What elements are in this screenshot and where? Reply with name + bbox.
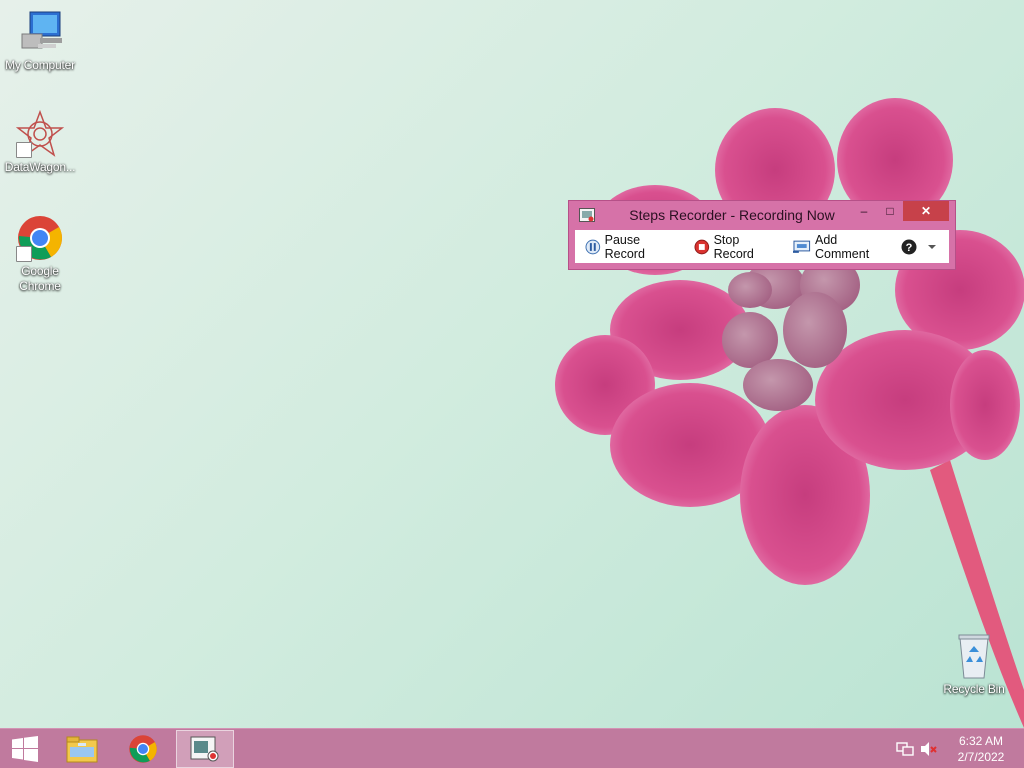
clock-time: 6:32 AM xyxy=(958,734,1004,748)
help-icon: ? xyxy=(901,239,917,254)
svg-text:?: ? xyxy=(906,242,913,254)
datawagon-icon xyxy=(15,109,65,158)
taskbar-steps-recorder[interactable] xyxy=(176,730,234,768)
comment-icon xyxy=(793,240,811,253)
start-icon xyxy=(12,736,38,762)
recorder-toolbar: Pause Record Stop Record Add Comment ? xyxy=(575,230,949,263)
recycle-bin-icon xyxy=(950,632,998,680)
close-button[interactable]: ✕ xyxy=(903,201,949,221)
network-icon[interactable] xyxy=(896,741,914,757)
settings-dropdown-button[interactable] xyxy=(923,235,945,259)
volume-muted-icon[interactable] xyxy=(920,741,938,757)
help-button[interactable]: ? xyxy=(899,235,923,259)
steps-recorder-icon xyxy=(190,736,219,762)
maximize-button[interactable]: □ xyxy=(877,201,903,221)
start-button[interactable] xyxy=(0,730,50,768)
taskbar: 6:32 AM 2/7/2022 xyxy=(0,728,1024,768)
chevron-down-icon xyxy=(928,244,937,249)
title-bar[interactable]: Steps Recorder - Recording Now – □ ✕ xyxy=(569,201,955,229)
desktop-icon-google-chrome[interactable]: Google Chrome xyxy=(0,214,80,294)
desktop-icon-recycle-bin[interactable]: Recycle Bin xyxy=(934,632,1014,697)
taskbar-chrome[interactable] xyxy=(115,730,171,768)
stop-record-label: Stop Record xyxy=(713,232,754,261)
chrome-icon xyxy=(129,735,157,763)
desktop-icon-label: Google Chrome xyxy=(19,264,61,293)
desktop-icon-datawagon[interactable]: DataWagon... xyxy=(0,109,80,175)
stop-record-button[interactable]: Stop Record xyxy=(688,232,787,261)
clock-date: 2/7/2022 xyxy=(957,750,1005,764)
stop-icon xyxy=(694,239,710,254)
steps-recorder-window[interactable]: Steps Recorder - Recording Now – □ ✕ Pau… xyxy=(568,200,956,270)
taskbar-file-explorer[interactable] xyxy=(54,730,110,768)
pause-icon xyxy=(585,239,601,254)
desktop-icon-label: Recycle Bin xyxy=(943,682,1005,696)
desktop-icon-label: DataWagon... xyxy=(4,160,76,174)
file-explorer-icon xyxy=(66,736,98,763)
pause-record-button[interactable]: Pause Record xyxy=(579,232,688,261)
system-clock[interactable]: 6:32 AM 2/7/2022 xyxy=(946,733,1016,765)
desktop-icon-my-computer[interactable]: My Computer xyxy=(0,8,80,73)
minimize-button[interactable]: – xyxy=(851,201,877,221)
desktop-icon-label: My Computer xyxy=(5,58,75,72)
desktop-wallpaper xyxy=(0,0,1024,728)
shortcut-arrow-icon xyxy=(16,142,32,158)
add-comment-button[interactable]: Add Comment xyxy=(787,232,899,261)
computer-icon xyxy=(16,8,64,56)
pause-record-label: Pause Record xyxy=(604,232,645,261)
shortcut-arrow-icon xyxy=(16,246,32,262)
add-comment-label: Add Comment xyxy=(815,232,870,261)
chrome-icon xyxy=(16,214,64,262)
